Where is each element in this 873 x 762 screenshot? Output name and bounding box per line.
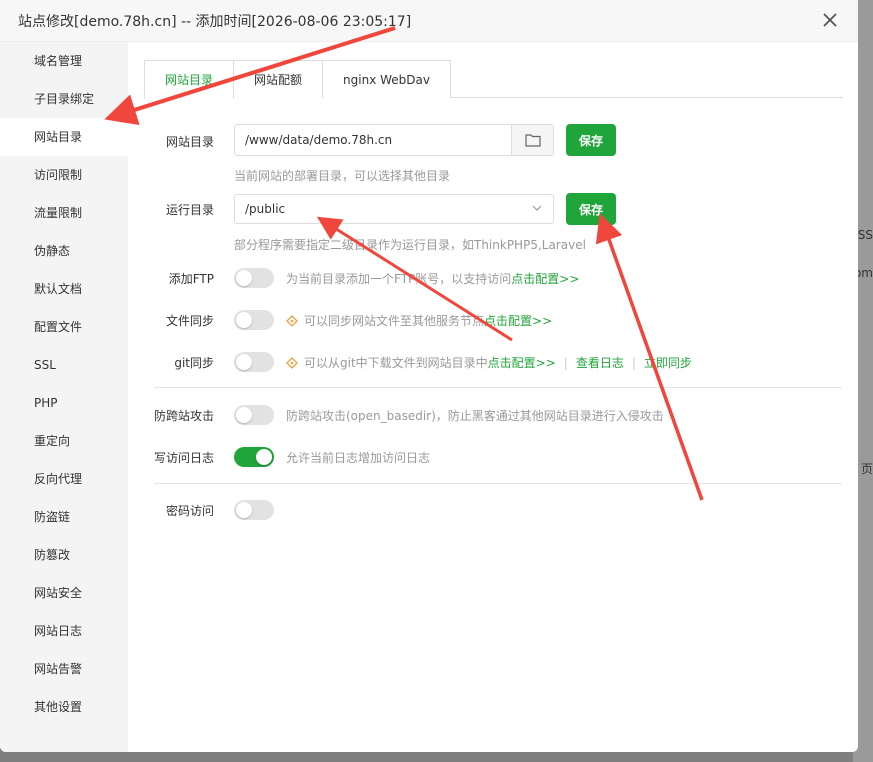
sidebar-item-config-file[interactable]: 配置文件 bbox=[0, 308, 128, 346]
background-text: SS bbox=[857, 228, 873, 242]
ftp-toggle[interactable] bbox=[234, 268, 274, 288]
run-dir-value: /public bbox=[245, 202, 286, 216]
ftp-desc: 为当前目录添加一个FTP账号，以支持访问 点击配置>> bbox=[286, 270, 579, 287]
anti-cross-label: 防跨站攻击 bbox=[153, 409, 214, 423]
tip-icon bbox=[286, 356, 298, 369]
sidebar-item-subdir-binding[interactable]: 子目录绑定 bbox=[0, 80, 128, 118]
git-sync-now-link[interactable]: 立即同步 bbox=[644, 354, 692, 371]
toggle-knob bbox=[236, 270, 252, 286]
tip-icon bbox=[286, 314, 298, 327]
sidebar-item-redirect[interactable]: 重定向 bbox=[0, 422, 128, 460]
sidebar-item-domain[interactable]: 域名管理 bbox=[0, 42, 128, 80]
sidebar-item-site-alert[interactable]: 网站告警 bbox=[0, 650, 128, 688]
save-run-dir-button[interactable]: 保存 bbox=[566, 193, 616, 225]
file-sync-config-link[interactable]: 点击配置>> bbox=[484, 312, 552, 329]
run-dir-hint: 部分程序需要指定二级目录作为运行目录，如ThinkPHP5,Laravel bbox=[234, 238, 586, 252]
anti-cross-desc-text: 防跨站攻击(open_basedir)，防止黑客通过其他网站目录进行入侵攻击 bbox=[286, 409, 664, 423]
access-log-desc-text: 允许当前日志增加访问日志 bbox=[286, 451, 431, 465]
tab-site-directory[interactable]: 网站目录 bbox=[144, 60, 235, 99]
sidebar-item-tamper-proof[interactable]: 防篡改 bbox=[0, 536, 128, 574]
site-dir-hint: 当前网站的部署目录，可以选择其他目录 bbox=[234, 169, 451, 183]
git-sync-label: git同步 bbox=[174, 356, 214, 370]
toggle-knob bbox=[236, 312, 252, 328]
git-sync-config-link[interactable]: 点击配置>> bbox=[488, 354, 556, 371]
anti-cross-desc: 防跨站攻击(open_basedir)，防止黑客通过其他网站目录进行入侵攻击 bbox=[286, 407, 664, 424]
sidebar-item-rewrite[interactable]: 伪静态 bbox=[0, 232, 128, 270]
file-sync-desc: 可以同步网站文件至其他服务节点 点击配置>> bbox=[286, 312, 552, 329]
git-sync-log-link[interactable]: 查看日志 bbox=[576, 354, 624, 371]
chevron-down-icon bbox=[531, 202, 543, 217]
sidebar-item-access-limit[interactable]: 访问限制 bbox=[0, 156, 128, 194]
file-sync-toggle[interactable] bbox=[234, 310, 274, 330]
separator: | bbox=[563, 355, 568, 370]
toggle-knob bbox=[236, 407, 252, 423]
run-dir-select[interactable]: /public bbox=[234, 194, 554, 224]
sidebar-item-traffic-limit[interactable]: 流量限制 bbox=[0, 194, 128, 232]
site-dir-input[interactable]: /www/data/demo.78h.cn bbox=[234, 124, 554, 156]
file-sync-desc-text: 可以同步网站文件至其他服务节点 bbox=[304, 314, 485, 328]
access-log-desc: 允许当前日志增加访问日志 bbox=[286, 449, 430, 466]
sidebar-item-hotlink[interactable]: 防盗链 bbox=[0, 498, 128, 536]
save-site-dir-button[interactable]: 保存 bbox=[566, 124, 616, 156]
divider bbox=[154, 483, 842, 484]
file-sync-label: 文件同步 bbox=[165, 314, 214, 328]
tab-nginx-webdav[interactable]: nginx WebDav bbox=[322, 60, 451, 98]
access-log-toggle[interactable] bbox=[234, 447, 274, 467]
site-dir-value: /www/data/demo.78h.cn bbox=[245, 133, 393, 147]
divider bbox=[154, 387, 842, 388]
access-log-label: 写访问日志 bbox=[153, 451, 214, 465]
sidebar-item-default-doc[interactable]: 默认文档 bbox=[0, 270, 128, 308]
close-icon[interactable] bbox=[820, 10, 840, 30]
sidebar-item-other-settings[interactable]: 其他设置 bbox=[0, 688, 128, 726]
dialog-titlebar: 站点修改[demo.78h.cn] -- 添加时间[2026-08-06 23:… bbox=[0, 0, 858, 42]
git-sync-desc: 可以从git中下载文件到网站目录中 点击配置>> | 查看日志 | 立即同步 bbox=[286, 354, 692, 371]
run-dir-label: 运行目录 bbox=[165, 203, 214, 217]
anti-cross-toggle[interactable] bbox=[234, 405, 274, 425]
password-access-toggle[interactable] bbox=[234, 500, 274, 520]
git-sync-toggle[interactable] bbox=[234, 352, 274, 372]
separator: | bbox=[631, 355, 636, 370]
site-edit-dialog: 站点修改[demo.78h.cn] -- 添加时间[2026-08-06 23:… bbox=[0, 0, 858, 752]
site-dir-label: 网站目录 bbox=[165, 135, 214, 149]
sidebar-item-site-security[interactable]: 网站安全 bbox=[0, 574, 128, 612]
toggle-knob bbox=[236, 502, 252, 518]
sidebar-item-site-log[interactable]: 网站日志 bbox=[0, 612, 128, 650]
password-access-label: 密码访问 bbox=[165, 504, 214, 518]
toggle-knob bbox=[236, 354, 252, 370]
dialog-title: 站点修改[demo.78h.cn] -- 添加时间[2026-08-06 23:… bbox=[18, 13, 412, 30]
sidebar: 域名管理 子目录绑定 网站目录 访问限制 流量限制 伪静态 默认文档 配置文件 … bbox=[0, 42, 128, 752]
sidebar-item-ssl[interactable]: SSL bbox=[0, 346, 128, 384]
sidebar-item-reverse-proxy[interactable]: 反向代理 bbox=[0, 460, 128, 498]
ftp-desc-text: 为当前目录添加一个FTP账号，以支持访问 bbox=[286, 272, 512, 286]
sidebar-item-site-directory[interactable]: 网站目录 bbox=[0, 118, 128, 156]
tab-bar: 网站目录 网站配额 nginx WebDav bbox=[144, 60, 843, 99]
folder-icon[interactable] bbox=[511, 125, 553, 155]
sidebar-item-php[interactable]: PHP bbox=[0, 384, 128, 422]
toggle-knob bbox=[256, 449, 272, 465]
tab-site-quota[interactable]: 网站配额 bbox=[233, 60, 324, 98]
background-text: 页 bbox=[860, 462, 873, 476]
ftp-label: 添加FTP bbox=[168, 272, 214, 286]
ftp-config-link[interactable]: 点击配置>> bbox=[511, 270, 579, 287]
git-sync-desc-text: 可以从git中下载文件到网站目录中 bbox=[304, 356, 488, 370]
